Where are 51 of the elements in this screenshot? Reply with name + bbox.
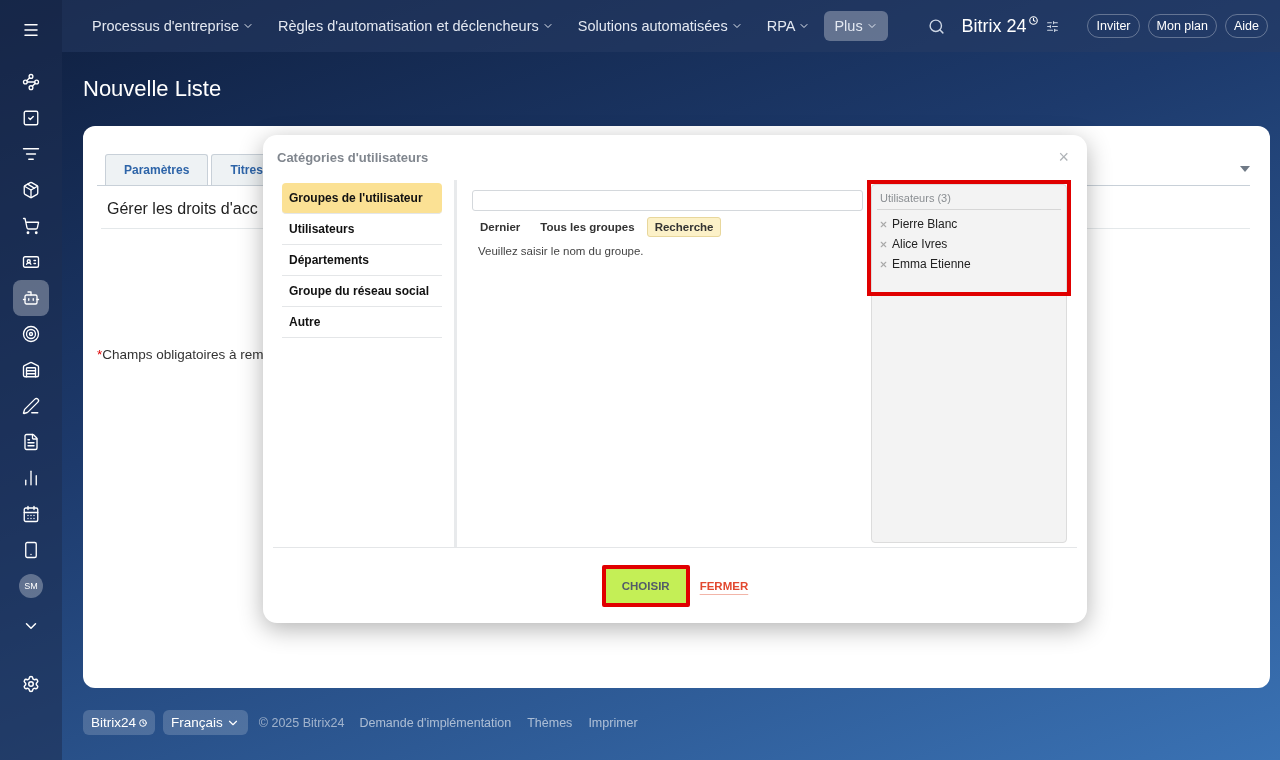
checkbox-icon	[22, 109, 40, 127]
nav-menu-item[interactable]: Processus d'entreprise	[82, 11, 265, 41]
id-card-icon	[22, 253, 40, 271]
category-item[interactable]: Autre	[282, 307, 442, 338]
search-tab[interactable]: Recherche	[646, 217, 722, 237]
search-field[interactable]	[472, 190, 863, 211]
category-item[interactable]: Groupes de l'utilisateur	[282, 183, 442, 214]
cart-icon	[22, 217, 40, 235]
menu-icon	[22, 21, 40, 39]
footer-link[interactable]: Demande d'implémentation	[359, 715, 512, 730]
choose-button[interactable]: CHOISIR	[601, 564, 690, 607]
box-icon	[22, 181, 40, 199]
sidebar-item[interactable]	[13, 280, 49, 316]
tab[interactable]: Paramètres	[105, 154, 209, 185]
category-item[interactable]: Départements	[282, 245, 442, 276]
user-name: Alice Ivres	[892, 237, 948, 251]
bitrix-logo: Bitrix 24	[961, 15, 1039, 37]
nav-menu-item[interactable]: Règles d'automatisation et déclencheurs	[268, 11, 564, 41]
required-fields-note: *Champs obligatoires à rem	[97, 347, 265, 362]
target-icon	[22, 325, 40, 343]
clock-icon	[139, 718, 147, 727]
nav-menu-item[interactable]: Solutions automatisées	[567, 11, 753, 41]
user-name: Pierre Blanc	[892, 217, 958, 231]
dropdown-arrow-icon[interactable]	[1240, 166, 1250, 172]
bar-chart-icon	[22, 469, 40, 487]
footer-link[interactable]: Thèmes	[527, 715, 573, 730]
sliders-icon[interactable]	[1046, 19, 1060, 33]
page-title: Nouvelle Liste	[83, 76, 223, 103]
category-item[interactable]: Groupe du réseau social	[282, 276, 442, 307]
category-item[interactable]: Utilisateurs	[282, 214, 442, 245]
robot-icon	[22, 289, 40, 307]
close-link[interactable]: FERMER	[699, 575, 749, 596]
phone-icon	[22, 541, 40, 559]
nav-menu-item[interactable]: Plus	[824, 11, 888, 41]
search-icon[interactable]	[928, 17, 946, 35]
pen-icon	[22, 397, 40, 415]
settings-icon	[22, 675, 40, 693]
footer-link[interactable]: Imprimer	[588, 715, 638, 730]
document-icon	[22, 433, 40, 451]
calendar-icon	[22, 505, 40, 523]
user-avatar[interactable]: SM	[19, 574, 43, 598]
bitrix24-button[interactable]: Bitrix24	[83, 710, 155, 735]
nodes-icon	[22, 73, 40, 91]
panel-title: Utilisateurs (3)	[877, 192, 1061, 210]
hint-text: Veuillez saisir le nom du groupe.	[478, 245, 645, 257]
warehouse-icon	[22, 361, 40, 379]
funnel-icon	[22, 145, 40, 163]
nav-menu-item[interactable]: RPA	[756, 11, 821, 41]
user-name: Emma Etienne	[892, 257, 971, 271]
copyright-text: © 2025 Bitrix24	[258, 715, 345, 730]
language-dropdown[interactable]: Français	[163, 710, 248, 735]
